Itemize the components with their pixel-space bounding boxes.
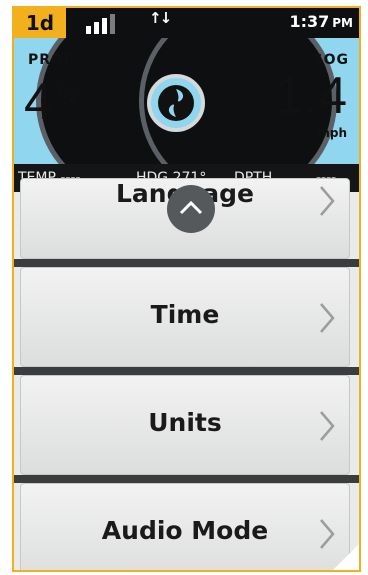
sog-value: 1.4	[274, 67, 347, 125]
device-screen: 1d ↑↓ 1:37 PM PROP 4 ½ SOG 1.4 mph Time …	[12, 6, 361, 572]
menu-item-label: Time	[150, 300, 220, 329]
chevron-up-icon	[179, 200, 203, 215]
chevron-right-icon	[320, 303, 335, 333]
gauge-header: PROP 4 ½ SOG 1.4 mph	[14, 38, 359, 164]
propeller-icon	[158, 85, 194, 121]
scroll-up-button[interactable]	[167, 185, 215, 233]
chevron-right-icon	[320, 411, 335, 441]
status-bar: 1d ↑↓ 1:37 PM	[14, 8, 359, 38]
up-down-arrows-icon: ↑↓	[149, 9, 172, 27]
sog-unit: mph	[317, 126, 347, 140]
menu-item-audio-mode[interactable]: Audio Mode	[20, 483, 350, 570]
mode-badge[interactable]: 1d	[14, 8, 66, 38]
propeller-button[interactable]	[147, 74, 205, 132]
menu-item-label: Audio Mode	[101, 516, 269, 545]
divider	[14, 475, 359, 483]
signal-bars-icon	[86, 14, 126, 34]
clock: 1:37 PM	[289, 12, 353, 31]
divider	[14, 367, 359, 375]
clock-time: 1:37	[289, 12, 330, 31]
menu-item-label: Units	[148, 408, 222, 437]
menu-item-time[interactable]: Time	[20, 267, 350, 367]
chevron-right-icon	[320, 186, 335, 216]
prop-label: PROP	[28, 52, 76, 68]
prop-value: 4	[24, 73, 53, 131]
divider	[14, 259, 359, 267]
corner-cut	[331, 542, 359, 570]
sog-label: SOG	[312, 52, 349, 68]
clock-ampm: PM	[332, 16, 353, 30]
menu-item-units[interactable]: Units	[20, 375, 350, 475]
prop-fraction: ½	[56, 82, 77, 106]
